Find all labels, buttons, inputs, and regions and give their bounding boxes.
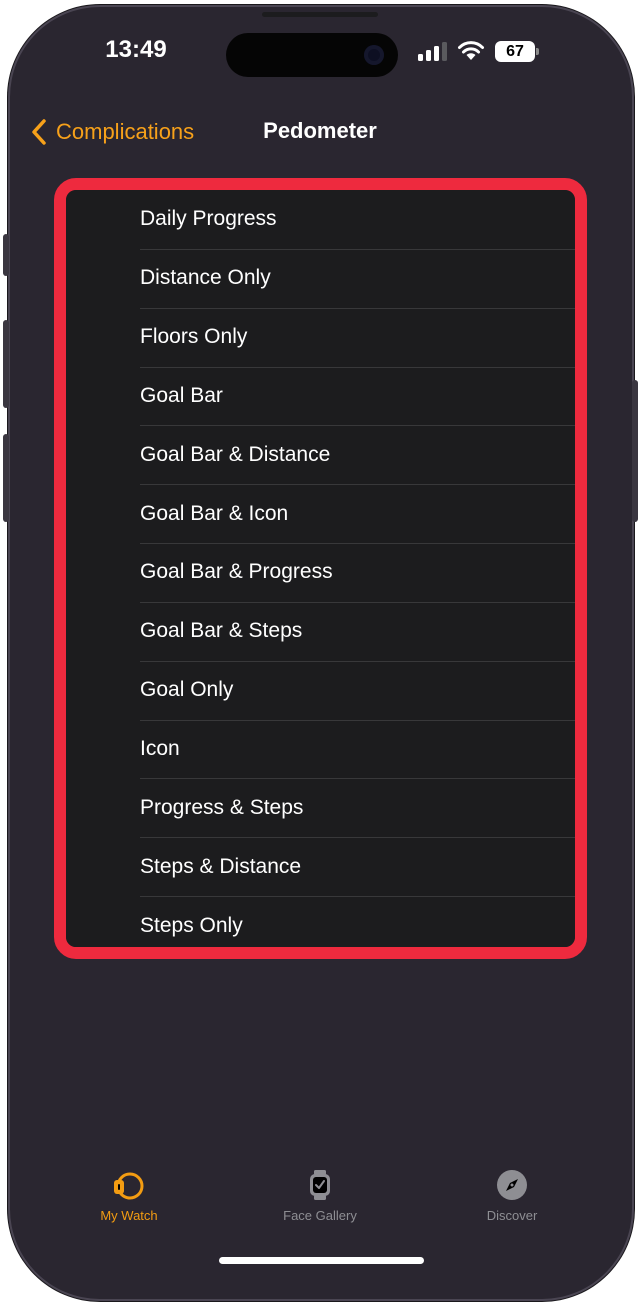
volume-up-button — [3, 320, 9, 408]
tab-bar: My Watch Face Gallery Discover — [0, 1168, 642, 1238]
tab-my-watch[interactable]: My Watch — [49, 1168, 209, 1223]
tab-label-discover: Discover — [486, 1208, 538, 1223]
list-item-goal-bar-steps[interactable]: Goal Bar & Steps — [66, 601, 575, 661]
list-item-goal-bar-progress[interactable]: Goal Bar & Progress — [66, 543, 575, 602]
list-item-distance-only[interactable]: Distance Only — [66, 248, 575, 308]
back-button-label: Complications — [56, 119, 195, 144]
tab-discover[interactable]: Discover — [432, 1168, 592, 1223]
status-time: 13:49 — [105, 36, 167, 63]
list-item-steps-distance[interactable]: Steps & Distance — [66, 837, 575, 896]
wifi-icon — [458, 41, 484, 60]
action-button — [3, 234, 9, 276]
list-item-goal-only[interactable]: Goal Only — [66, 660, 575, 720]
front-camera — [364, 45, 384, 65]
status-icons: 67 — [418, 38, 539, 64]
home-indicator[interactable] — [219, 1257, 424, 1264]
page-title: Pedometer — [263, 118, 377, 143]
watch-icon — [114, 1172, 144, 1200]
battery-indicator: 67 — [495, 40, 539, 62]
list-item-goal-bar[interactable]: Goal Bar — [66, 366, 575, 426]
power-button — [632, 380, 638, 522]
options-list: Daily Progress Distance Only Floors Only… — [66, 190, 575, 947]
chevron-left-icon — [32, 119, 46, 145]
tab-face-gallery[interactable]: Face Gallery — [240, 1168, 400, 1223]
list-item-icon[interactable]: Icon — [66, 719, 575, 779]
list-item-goal-bar-distance[interactable]: Goal Bar & Distance — [66, 425, 575, 484]
list-item-floors-only[interactable]: Floors Only — [66, 307, 575, 367]
cellular-signal-icon — [418, 41, 447, 61]
compass-icon — [497, 1170, 527, 1200]
list-item-daily-progress[interactable]: Daily Progress — [66, 190, 575, 249]
list-item-goal-bar-icon[interactable]: Goal Bar & Icon — [66, 484, 575, 543]
tab-label-face-gallery: Face Gallery — [283, 1208, 357, 1223]
watch-face-icon — [310, 1170, 330, 1200]
dynamic-island — [226, 33, 398, 77]
list-item-progress-steps[interactable]: Progress & Steps — [66, 778, 575, 837]
list-item-steps-only[interactable]: Steps Only — [66, 896, 575, 947]
tab-label-my-watch: My Watch — [100, 1208, 158, 1223]
volume-down-button — [3, 434, 9, 522]
back-button[interactable]: Complications — [30, 112, 194, 152]
speaker-grille — [262, 12, 378, 17]
